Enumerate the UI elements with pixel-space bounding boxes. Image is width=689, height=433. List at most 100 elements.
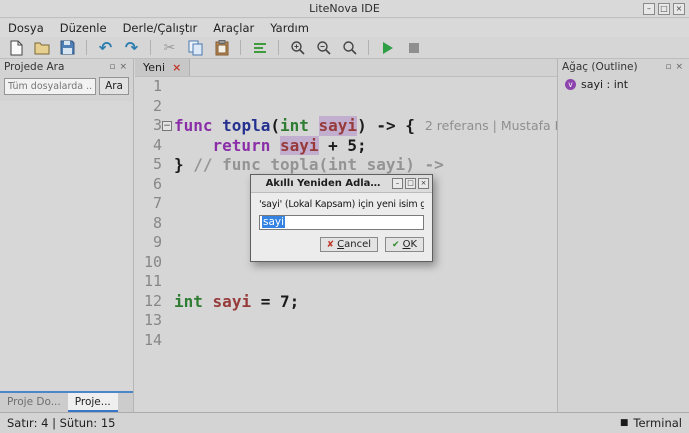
code-text: } // func topla(int sayi) -> <box>174 155 444 175</box>
outline-panel: Ağaç (Outline) ▫ × v sayi : int <box>557 59 689 412</box>
project-search-panel: Projede Ara ▫ × Ara Proje Do... Proje... <box>0 59 134 412</box>
outline-item-label: sayi : int <box>581 78 628 91</box>
code-line: 1 <box>135 77 557 97</box>
dialog-message: 'sayi' (Lokal Kapsam) için yeni isim gir… <box>259 199 424 210</box>
dialog-actions: ✘ Cancel ✔ OK <box>259 237 424 252</box>
toolbar: ↶ ↷ ✂ <box>0 37 689 59</box>
cut-icon[interactable]: ✂ <box>159 38 180 57</box>
code-line: 12 int sayi = 7; <box>135 292 557 312</box>
dialog-title: Akıllı Yeniden Adla… <box>254 178 392 189</box>
cursor-position: Satır: 4 | Sütun: 15 <box>7 416 115 430</box>
copy-icon[interactable] <box>185 38 206 57</box>
panel-detach-icon[interactable]: ▫ <box>107 61 117 73</box>
line-number: 10 <box>135 253 162 273</box>
dialog-window-controls: – □ × <box>392 178 429 189</box>
rename-dialog: Akıllı Yeniden Adla… – □ × 'sayi' (Lokal… <box>250 174 433 262</box>
run-icon[interactable] <box>377 38 398 57</box>
menubar: Dosya Düzenle Derle/Çalıştır Araçlar Yar… <box>0 19 689 37</box>
terminal-label: Terminal <box>633 416 682 430</box>
dialog-maximize-icon[interactable]: □ <box>405 178 416 189</box>
outline-panel-header: Ağaç (Outline) ▫ × <box>558 59 689 75</box>
line-number: 6 <box>135 175 162 195</box>
search-results-area <box>0 101 133 391</box>
maximize-icon[interactable]: □ <box>658 3 670 15</box>
ok-check-icon: ✔ <box>392 240 400 250</box>
code-line: 5 } // func topla(int sayi) -> <box>135 155 557 175</box>
panel-close-icon[interactable]: × <box>673 61 685 73</box>
panel-detach-icon[interactable]: ▫ <box>663 61 673 73</box>
ok-label: OK <box>403 239 417 250</box>
window-controls: – □ × <box>643 3 685 15</box>
code-line: 4 return sayi + 5; <box>135 136 557 156</box>
line-number: 2 <box>135 97 162 117</box>
dialog-close-icon[interactable]: × <box>418 178 429 189</box>
panel-close-icon[interactable]: × <box>117 61 129 73</box>
line-number: 13 <box>135 311 162 331</box>
zoom-in-icon[interactable] <box>287 38 308 57</box>
line-number: 8 <box>135 214 162 234</box>
zoom-out-icon[interactable] <box>313 38 334 57</box>
selected-text: sayi <box>262 216 285 228</box>
left-panel-tabs: Proje Do... Proje... <box>0 391 133 412</box>
code-line: 14 <box>135 331 557 351</box>
code-text: int sayi = 7; <box>174 292 299 312</box>
code-text: return sayi + 5; <box>174 136 367 156</box>
line-number: 5 <box>135 155 162 175</box>
rename-input[interactable]: sayi <box>259 215 424 230</box>
menu-araclar[interactable]: Araçlar <box>205 19 262 37</box>
dialog-titlebar[interactable]: Akıllı Yeniden Adla… – □ × <box>251 175 432 193</box>
tab-close-icon[interactable]: × <box>172 62 181 73</box>
editor-tab-yeni[interactable]: Yeni × <box>135 59 190 76</box>
toolbar-separator <box>86 40 87 55</box>
new-file-icon[interactable] <box>5 38 26 57</box>
line-number: 12 <box>135 292 162 312</box>
variable-icon: v <box>565 79 576 90</box>
window-title: LiteNova IDE <box>0 0 689 17</box>
search-row: Ara <box>0 75 133 97</box>
search-panel-title: Projede Ara <box>4 61 107 73</box>
outline-panel-title: Ağaç (Outline) <box>562 61 663 73</box>
cancel-button[interactable]: ✘ Cancel <box>320 237 378 252</box>
reference-annotation: 2 referans | Mustafa H <box>425 116 557 136</box>
cancel-x-icon: ✘ <box>327 240 335 250</box>
ok-button[interactable]: ✔ OK <box>385 237 424 252</box>
tab-proje-dosyalari[interactable]: Proje Do... <box>0 393 68 412</box>
code-line: 3 func topla(int sayi) -> {2 referans | … <box>135 116 557 136</box>
close-icon[interactable]: × <box>673 3 685 15</box>
tab-projede-ara[interactable]: Proje... <box>68 393 118 412</box>
cancel-label: Cancel <box>337 239 371 250</box>
search-button[interactable]: Ara <box>99 77 129 95</box>
redo-icon[interactable]: ↷ <box>121 38 142 57</box>
save-icon[interactable] <box>57 38 78 57</box>
open-file-icon[interactable] <box>31 38 52 57</box>
menu-derle-calistir[interactable]: Derle/Çalıştır <box>115 19 206 37</box>
code-text: func topla(int sayi) -> {2 referans | Mu… <box>174 116 557 136</box>
fold-marker-icon[interactable]: − <box>162 121 172 131</box>
menu-yardim[interactable]: Yardım <box>262 19 317 37</box>
stop-icon[interactable] <box>403 38 424 57</box>
line-number: 3 <box>135 116 162 136</box>
undo-icon[interactable]: ↶ <box>95 38 116 57</box>
line-number: 7 <box>135 194 162 214</box>
titlebar: LiteNova IDE – □ × <box>0 0 689 18</box>
format-code-icon[interactable] <box>249 38 270 57</box>
paste-icon[interactable] <box>211 38 232 57</box>
search-panel-header: Projede Ara ▫ × <box>0 59 133 75</box>
terminal-icon: ■ <box>620 418 629 428</box>
terminal-toggle[interactable]: ■ Terminal <box>620 416 682 430</box>
menu-dosya[interactable]: Dosya <box>0 19 52 37</box>
editor-tab-label: Yeni <box>143 61 165 74</box>
statusbar: Satır: 4 | Sütun: 15 ■ Terminal <box>0 412 689 433</box>
code-line: 11 <box>135 272 557 292</box>
toolbar-separator <box>150 40 151 55</box>
minimize-icon[interactable]: – <box>643 3 655 15</box>
dialog-minimize-icon[interactable]: – <box>392 178 403 189</box>
menu-duzenle[interactable]: Düzenle <box>52 19 115 37</box>
search-input[interactable] <box>4 78 96 95</box>
toolbar-separator <box>240 40 241 55</box>
line-number: 4 <box>135 136 162 156</box>
zoom-reset-icon[interactable] <box>339 38 360 57</box>
outline-item-sayi[interactable]: v sayi : int <box>558 75 689 94</box>
editor-tabbar: Yeni × <box>135 59 557 77</box>
line-number: 11 <box>135 272 162 292</box>
